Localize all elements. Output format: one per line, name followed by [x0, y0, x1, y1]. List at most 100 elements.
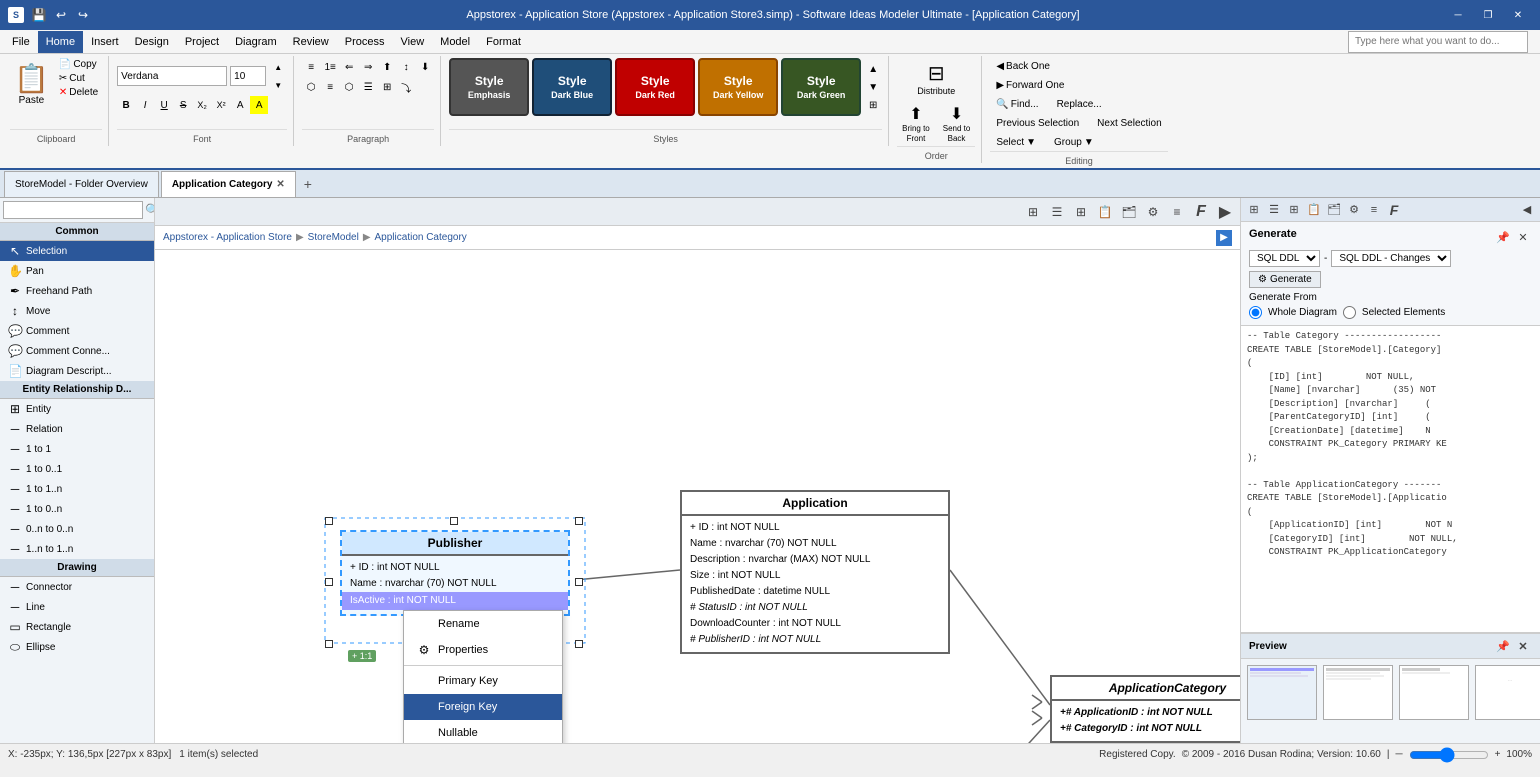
minimize-btn[interactable]: ─: [1444, 5, 1472, 25]
tool-comment-connector[interactable]: 💬 Comment Conne...: [0, 341, 154, 361]
align-middle-v[interactable]: ↕: [397, 58, 415, 76]
tab-close-icon[interactable]: ✕: [276, 179, 284, 190]
select-button[interactable]: Select ▼: [990, 134, 1042, 151]
rp-btn-8[interactable]: F: [1385, 201, 1403, 219]
tab-store-model[interactable]: StoreModel - Folder Overview: [4, 171, 159, 197]
subscript-button[interactable]: X₂: [193, 96, 211, 114]
menu-view[interactable]: View: [393, 31, 433, 53]
ddl-changes-select[interactable]: SQL DDL - Changes: [1331, 250, 1451, 267]
tool-freehand[interactable]: ✒ Freehand Path: [0, 281, 154, 301]
italic-button[interactable]: I: [136, 96, 154, 114]
tool-1to0n[interactable]: ─ 1 to 0..n: [0, 499, 154, 519]
send-to-back-button[interactable]: ⬇ Send toBack: [938, 101, 976, 146]
generate-button[interactable]: ⚙ Generate: [1249, 271, 1321, 288]
rp-btn-3[interactable]: ⊞: [1285, 201, 1303, 219]
canvas[interactable]: Publisher + ID : int NOT NULL Name : nva…: [155, 250, 1240, 743]
tool-diagram-desc[interactable]: 📄 Diagram Descript...: [0, 361, 154, 381]
tool-1nto1n[interactable]: ─ 1..n to 1..n: [0, 539, 154, 559]
find-button[interactable]: 🔍 Find...: [990, 96, 1044, 113]
styles-scroll-down[interactable]: ▼: [864, 78, 882, 96]
paste-button[interactable]: 📋 Paste: [10, 58, 53, 110]
badge-11[interactable]: + 1:1: [348, 650, 376, 662]
tool-rectangle[interactable]: ▭ Rectangle: [0, 617, 154, 637]
radio-selected-elements[interactable]: [1343, 306, 1356, 319]
bc-appstore[interactable]: Appstorex - Application Store: [163, 232, 292, 243]
rp-btn-4[interactable]: 📋: [1305, 201, 1323, 219]
ctx-rename[interactable]: Rename: [404, 611, 562, 637]
preview-thumb-4[interactable]: ⋯: [1475, 665, 1540, 720]
style-dark-green[interactable]: Style Dark Green: [781, 58, 861, 116]
forward-one-button[interactable]: ▶ Forward One: [990, 77, 1070, 94]
align-justify[interactable]: ☰: [359, 78, 377, 96]
menu-project[interactable]: Project: [177, 31, 227, 53]
next-selection-button[interactable]: Next Selection: [1091, 115, 1167, 132]
align-right[interactable]: ⬡: [340, 78, 358, 96]
ctx-foreign-key[interactable]: Foreign Key: [404, 694, 562, 720]
list-bullet[interactable]: ≡: [302, 58, 320, 76]
tool-connector[interactable]: ─ Connector: [0, 577, 154, 597]
font-size-up[interactable]: ▲: [269, 58, 287, 76]
dt-btn-5[interactable]: 🗂: [1118, 201, 1140, 223]
gen-close[interactable]: ✕: [1514, 228, 1532, 246]
dt-btn-6[interactable]: ⚙: [1142, 201, 1164, 223]
zoom-plus[interactable]: +: [1495, 749, 1501, 760]
font-size-input[interactable]: [230, 66, 266, 86]
rp-btn-7[interactable]: ≡: [1365, 201, 1383, 219]
delete-button[interactable]: ✕ Delete: [55, 86, 102, 99]
highlight-button[interactable]: A: [250, 96, 268, 114]
font-color-button[interactable]: A: [231, 96, 249, 114]
wrap-text[interactable]: ⤵: [397, 78, 415, 96]
bring-to-front-button[interactable]: ⬆ Bring toFront: [897, 101, 935, 146]
style-dark-yellow[interactable]: Style Dark Yellow: [698, 58, 778, 116]
menu-design[interactable]: Design: [127, 31, 177, 53]
replace-button[interactable]: Replace...: [1051, 96, 1108, 113]
style-dark-blue[interactable]: Style Dark Blue: [532, 58, 612, 116]
dt-btn-7[interactable]: ≡: [1166, 201, 1188, 223]
ddl-type-select[interactable]: SQL DDL: [1249, 250, 1320, 267]
nav-arrow[interactable]: ▶: [1216, 230, 1232, 246]
gen-pin[interactable]: 📌: [1494, 228, 1512, 246]
preview-close[interactable]: ✕: [1514, 637, 1532, 655]
preview-thumb-1[interactable]: [1247, 665, 1317, 720]
menu-review[interactable]: Review: [285, 31, 337, 53]
tool-move[interactable]: ↕ Move: [0, 301, 154, 321]
back-one-button[interactable]: ◀ Back One: [990, 58, 1056, 75]
list-number[interactable]: 1≡: [321, 58, 339, 76]
qa-save[interactable]: 💾: [30, 6, 48, 24]
align-bottom[interactable]: ⬇: [416, 58, 434, 76]
underline-button[interactable]: U: [155, 96, 173, 114]
tool-1to1[interactable]: ─ 1 to 1: [0, 439, 154, 459]
tool-0nto0n[interactable]: ─ 0..n to 0..n: [0, 519, 154, 539]
style-dark-red[interactable]: Style Dark Red: [615, 58, 695, 116]
menu-process[interactable]: Process: [337, 31, 393, 53]
cut-button[interactable]: ✂ Cut: [55, 72, 102, 85]
restore-btn[interactable]: ❐: [1474, 5, 1502, 25]
rp-btn-6[interactable]: ⚙: [1345, 201, 1363, 219]
tool-pan[interactable]: ✋ Pan: [0, 261, 154, 281]
dt-btn-3[interactable]: ⊞: [1070, 201, 1092, 223]
qa-undo[interactable]: ↩: [52, 6, 70, 24]
radio-whole-diagram[interactable]: [1249, 306, 1262, 319]
tab-add-button[interactable]: +: [298, 174, 318, 194]
font-size-down[interactable]: ▼: [269, 76, 287, 94]
strikethrough-button[interactable]: S: [174, 96, 192, 114]
rp-btn-2[interactable]: ☰: [1265, 201, 1283, 219]
copy-button[interactable]: 📄 Copy: [55, 58, 102, 71]
preview-thumb-3[interactable]: [1399, 665, 1469, 720]
search-button[interactable]: 🔍: [145, 203, 155, 217]
preview-pin[interactable]: 📌: [1494, 637, 1512, 655]
rp-btn-collapse[interactable]: ◀: [1518, 201, 1536, 219]
tool-1to1n[interactable]: ─ 1 to 1..n: [0, 479, 154, 499]
close-btn[interactable]: ✕: [1504, 5, 1532, 25]
canvas-area[interactable]: Publisher + ID : int NOT NULL Name : nva…: [155, 250, 1240, 743]
menu-diagram[interactable]: Diagram: [227, 31, 285, 53]
distribute-button[interactable]: ⊟ Distribute: [912, 58, 960, 99]
superscript-button[interactable]: X²: [212, 96, 230, 114]
tab-application-category[interactable]: Application Category ✕: [161, 171, 296, 197]
rp-btn-5[interactable]: 🗂: [1325, 201, 1343, 219]
group-button[interactable]: Group ▼: [1048, 134, 1100, 151]
dt-btn-1[interactable]: ⊞: [1022, 201, 1044, 223]
tool-ellipse[interactable]: ⬭ Ellipse: [0, 637, 154, 658]
canvas-scroll[interactable]: Publisher + ID : int NOT NULL Name : nva…: [155, 250, 1240, 743]
align-left[interactable]: ⬡: [302, 78, 320, 96]
